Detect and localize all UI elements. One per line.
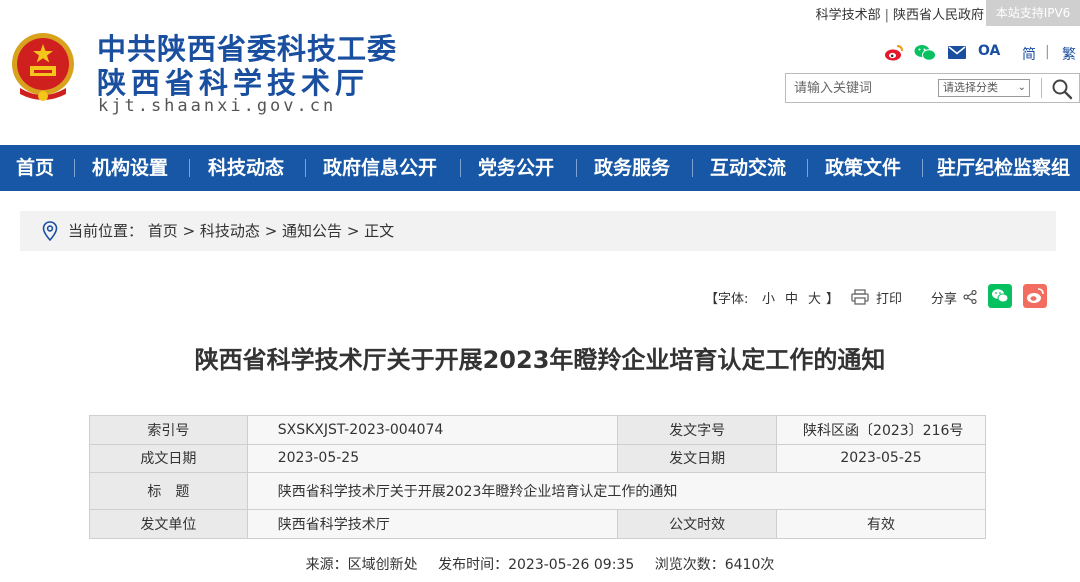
weibo-icon[interactable] [884, 44, 904, 61]
print-button[interactable]: 打印 [876, 288, 902, 307]
created-date-value: 2023-05-25 [246, 443, 619, 473]
article-source-line: 来源：区域创新处 发布时间：2023-05-26 09:35 浏览次数：6410… [0, 554, 1080, 574]
breadcrumb-sep: > [177, 222, 200, 240]
search-icon[interactable] [1051, 78, 1073, 100]
font-size-close: 】 [826, 292, 840, 307]
issuer-value: 陕西省科学技术厅 [246, 509, 619, 539]
nav-item-discipline[interactable]: 驻厅纪检监察组 [937, 145, 1070, 191]
nav-item-policy-docs[interactable]: 政策文件 [825, 145, 901, 191]
article-source: 来源：区域创新处 [305, 557, 418, 573]
wechat-icon[interactable] [914, 44, 936, 61]
issued-date-label: 发文日期 [617, 443, 778, 473]
font-large-button[interactable]: 大 [808, 288, 821, 307]
printer-icon[interactable] [851, 289, 869, 305]
category-select-value: 请选择分类 [943, 81, 998, 94]
document-meta-table: 索引号 SXSKXJST-2023-004074 发文字号 陕科区函〔2023〕… [89, 415, 987, 539]
lang-simplified[interactable]: 简 [1022, 44, 1036, 64]
mail-icon[interactable] [948, 46, 966, 59]
table-row: 发文单位 陕西省科学技术厅 公文时效 有效 [89, 509, 986, 539]
nav-divider [807, 159, 808, 177]
breadcrumb-prefix: 当前位置： [68, 222, 144, 240]
category-select[interactable]: 请选择分类 ⌄ [938, 79, 1030, 97]
doc-number-value: 陕科区函〔2023〕216号 [776, 415, 986, 445]
location-pin-icon [42, 221, 58, 241]
share-weibo-icon[interactable] [1023, 284, 1047, 308]
nav-divider [305, 159, 306, 177]
top-links: 科学技术部 | 陕西省人民政府 [816, 4, 984, 23]
nav-divider [74, 159, 75, 177]
index-value: SXSKXJST-2023-004074 [246, 415, 619, 445]
lang-traditional[interactable]: 繁 [1062, 44, 1076, 64]
validity-value: 有效 [776, 509, 986, 539]
table-row: 成文日期 2023-05-25 发文日期 2023-05-25 [89, 443, 986, 473]
link-shaanxi-gov[interactable]: 陕西省人民政府 [893, 8, 984, 23]
breadcrumb-home[interactable]: 首页 [148, 222, 178, 240]
issued-date-value: 2023-05-25 [776, 443, 986, 473]
search-bar: 请选择分类 ⌄ [785, 73, 1080, 103]
site-header: 中共陕西省委科技工委 陕西省科学技术厅 kjt.shaanxi.gov.cn 科… [0, 0, 1080, 145]
link-divider: | [884, 8, 889, 23]
nav-item-party-affairs[interactable]: 党务公开 [478, 145, 554, 191]
chevron-down-icon: ⌄ [1017, 82, 1026, 93]
table-row: 标 题 陕西省科学技术厅关于开展2023年瞪羚企业培育认定工作的通知 [89, 472, 987, 510]
subject-value: 陕西省科学技术厅关于开展2023年瞪羚企业培育认定工作的通知 [246, 472, 987, 510]
validity-label: 公文时效 [617, 509, 778, 539]
link-most[interactable]: 科学技术部 [816, 8, 881, 23]
nav-divider [189, 159, 190, 177]
lang-divider: | [1045, 44, 1050, 60]
share-wechat-icon[interactable] [988, 284, 1012, 308]
national-emblem-icon [12, 33, 74, 101]
doc-number-label: 发文字号 [617, 415, 778, 445]
nav-divider [460, 159, 461, 177]
breadcrumb-tech-news[interactable]: 科技动态 [200, 222, 260, 240]
font-size-label: 【字体: [705, 292, 749, 307]
breadcrumb-text: 当前位置： 首页 > 科技动态 > 通知公告 > 正文 [68, 211, 394, 251]
nav-item-organization[interactable]: 机构设置 [92, 145, 168, 191]
nav-divider [576, 159, 577, 177]
article-view-count: 浏览次数：6410次 [654, 557, 775, 573]
breadcrumb-current: 正文 [364, 222, 395, 240]
article-publish-time: 发布时间：2023-05-26 09:35 [438, 557, 635, 573]
nav-item-gov-info[interactable]: 政府信息公开 [323, 145, 437, 191]
breadcrumb-notices[interactable]: 通知公告 [282, 222, 342, 240]
font-small-button[interactable]: 小 [762, 288, 775, 307]
ipv6-badge: 本站支持IPV6 [986, 0, 1080, 26]
breadcrumb-sep: > [342, 222, 365, 240]
site-domain: kjt.shaanxi.gov.cn [98, 96, 337, 116]
table-row: 索引号 SXSKXJST-2023-004074 发文字号 陕科区函〔2023〕… [89, 415, 986, 445]
share-icon [963, 290, 977, 304]
breadcrumb-sep: > [259, 222, 283, 240]
search-divider [1041, 78, 1042, 98]
issuer-label: 发文单位 [89, 509, 248, 539]
oa-icon[interactable]: OA [978, 43, 1000, 59]
breadcrumb: 当前位置： 首页 > 科技动态 > 通知公告 > 正文 [20, 211, 1056, 251]
share-label: 分享 [931, 292, 958, 307]
nav-divider [692, 159, 693, 177]
nav-item-home[interactable]: 首页 [16, 145, 54, 191]
index-label: 索引号 [89, 415, 248, 445]
subject-label: 标 题 [89, 472, 248, 510]
article-tools: 【字体: 小 中 大 】 打印 分享 [0, 284, 1080, 308]
nav-divider [922, 159, 923, 177]
nav-item-interaction[interactable]: 互动交流 [710, 145, 786, 191]
search-input[interactable] [794, 78, 924, 98]
article-title: 陕西省科学技术厅关于开展2023年瞪羚企业培育认定工作的通知 [194, 346, 886, 374]
font-medium-button[interactable]: 中 [785, 288, 798, 307]
created-date-label: 成文日期 [89, 443, 248, 473]
main-nav: 首页 机构设置 科技动态 政府信息公开 党务公开 政务服务 互动交流 政策文件 … [0, 145, 1080, 191]
nav-item-tech-news[interactable]: 科技动态 [208, 145, 284, 191]
nav-item-gov-services[interactable]: 政务服务 [594, 145, 670, 191]
